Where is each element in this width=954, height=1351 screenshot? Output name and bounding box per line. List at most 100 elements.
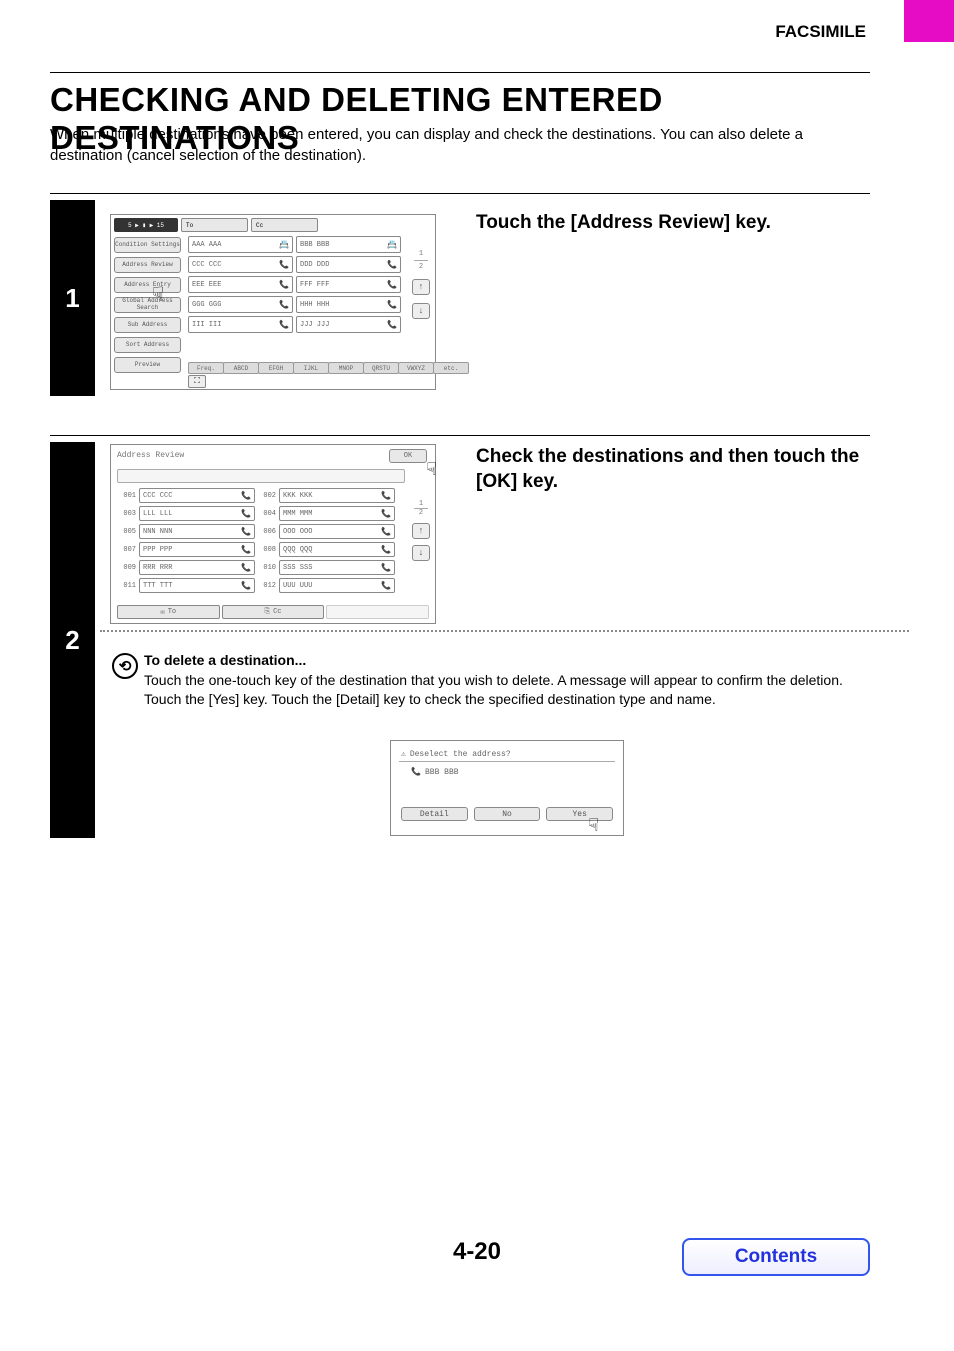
address-review-screen: Address Review OK ☟ 001CCC CCC📞 002KKK K… [110, 444, 436, 624]
pager: 1 2 ↑ ↓ [411, 500, 431, 561]
dialog-message: ⚠ Deselect the address? [401, 749, 511, 759]
destination-key[interactable]: GGG GGG📞 [188, 296, 293, 313]
address-entry-screen: 5 ▶ ▮ ▶ 15 To Cc Condition Settings Addr… [110, 214, 436, 390]
destination-grid: AAA AAA📇 BBB BBB📇 CCC CCC📞 DDD DDD📞 EEE … [188, 236, 401, 333]
contact-icon: 📇 [279, 240, 289, 250]
phone-icon: 📞 [381, 581, 391, 591]
page-down-button[interactable]: ↓ [412, 303, 430, 319]
review-key[interactable]: RRR RRR📞 [139, 560, 255, 575]
ok-button[interactable]: OK [389, 449, 427, 463]
phone-icon: 📞 [381, 563, 391, 573]
phone-icon: 📞 [381, 545, 391, 555]
step-1-heading: Touch the [Address Review] key. [476, 212, 771, 234]
condition-settings-button[interactable]: Condition Settings [114, 237, 181, 253]
page-up-button[interactable]: ↑ [412, 279, 430, 295]
phone-icon: 📞 [387, 280, 397, 290]
phone-icon: 📞 [387, 260, 397, 270]
phone-icon: 📞 [279, 260, 289, 270]
review-key[interactable]: KKK KKK📞 [279, 488, 395, 503]
address-review-button[interactable]: Address Review [114, 257, 181, 273]
divider [50, 193, 870, 194]
destination-key[interactable]: AAA AAA📇 [188, 236, 293, 253]
selection-bar [117, 469, 405, 483]
review-key[interactable]: TTT TTT📞 [139, 578, 255, 593]
page-up-button[interactable]: ↑ [412, 523, 430, 539]
step-2-number: 2 [50, 442, 95, 838]
cc-button[interactable]: Cc [251, 218, 318, 232]
address-entry-button[interactable]: Address Entry [114, 277, 181, 293]
blank-tab [326, 605, 429, 619]
alpha-tab[interactable]: QRSTU [363, 362, 399, 374]
page-down-button[interactable]: ↓ [412, 545, 430, 561]
review-key[interactable]: SSS SSS📞 [279, 560, 395, 575]
destination-key[interactable]: CCC CCC📞 [188, 256, 293, 273]
screen-title: Address Review [117, 451, 184, 460]
review-key[interactable]: NNN NNN📞 [139, 524, 255, 539]
header-section: FACSIMILE [0, 22, 954, 42]
destination-key[interactable]: FFF FFF📞 [296, 276, 401, 293]
finger-cursor-icon: ☟ [588, 815, 599, 837]
destination-key[interactable]: HHH HHH📞 [296, 296, 401, 313]
info-title: To delete a destination... [144, 652, 306, 668]
destination-key[interactable]: DDD DDD📞 [296, 256, 401, 273]
sort-address-button[interactable]: Sort Address [114, 337, 181, 353]
alpha-tab[interactable]: Freq. [188, 362, 224, 374]
review-grid: 001CCC CCC📞 002KKK KKK📞 003LLL LLL📞 004M… [117, 488, 395, 593]
phone-icon: 📞 [241, 491, 251, 501]
breadcrumb: 5 ▶ ▮ ▶ 15 [114, 218, 178, 232]
pager: 1 2 ↑ ↓ [411, 250, 431, 319]
info-body: Touch the one-touch key of the destinati… [144, 672, 843, 708]
detail-button[interactable]: Detail [401, 807, 468, 821]
mail-icon: ✉ [161, 608, 165, 617]
expand-icon[interactable]: ⛶ [188, 375, 206, 388]
contents-button[interactable]: Contents [682, 1238, 870, 1276]
review-key[interactable]: QQQ QQQ📞 [279, 542, 395, 557]
cc-icon: ⎘ [265, 608, 271, 616]
cc-tab[interactable]: ⎘Cc [222, 605, 325, 619]
alpha-tab[interactable]: VWXYZ [398, 362, 434, 374]
divider [399, 761, 615, 762]
delete-instructions: To delete a destination... Touch the one… [144, 651, 860, 710]
to-button[interactable]: To [181, 218, 248, 232]
destination-key[interactable]: III III📞 [188, 316, 293, 333]
review-key[interactable]: UUU UUU📞 [279, 578, 395, 593]
dialog-address: 📞 BBB BBB [411, 767, 459, 777]
alpha-tabs: Freq. ABCD EFGH IJKL MNOP QRSTU VWXYZ et… [188, 362, 468, 374]
divider [50, 435, 870, 436]
yes-button[interactable]: Yes [546, 807, 613, 821]
bottom-tabs: ✉To ⎘Cc [117, 605, 429, 619]
dashed-divider [100, 630, 909, 632]
review-key[interactable]: PPP PPP📞 [139, 542, 255, 557]
review-key[interactable]: LLL LLL📞 [139, 506, 255, 521]
contact-icon: 📇 [387, 240, 397, 250]
phone-icon: 📞 [411, 767, 421, 777]
phone-icon: 📞 [279, 300, 289, 310]
step-1-number: 1 [50, 200, 95, 396]
phone-icon: 📞 [387, 300, 397, 310]
phone-icon: 📞 [387, 320, 397, 330]
review-key[interactable]: CCC CCC📞 [139, 488, 255, 503]
alpha-tab[interactable]: etc. [433, 362, 469, 374]
no-button[interactable]: No [474, 807, 541, 821]
alpha-tab[interactable]: IJKL [293, 362, 329, 374]
alpha-tab[interactable]: EFGH [258, 362, 294, 374]
review-key[interactable]: MMM MMM📞 [279, 506, 395, 521]
phone-icon: 📞 [241, 527, 251, 537]
step-2-heading: Check the destinations and then touch th… [476, 445, 866, 494]
phone-icon: 📞 [241, 563, 251, 573]
phone-icon: 📞 [241, 581, 251, 591]
global-address-search-button[interactable]: Global Address Search [114, 297, 181, 313]
phone-icon: 📞 [241, 509, 251, 519]
destination-key[interactable]: BBB BBB📇 [296, 236, 401, 253]
phone-icon: 📞 [381, 509, 391, 519]
preview-button[interactable]: Preview [114, 357, 181, 373]
to-tab[interactable]: ✉To [117, 605, 220, 619]
destination-key[interactable]: EEE EEE📞 [188, 276, 293, 293]
sub-address-button[interactable]: Sub Address [114, 317, 181, 333]
info-icon: ⟲ [112, 653, 138, 679]
alpha-tab[interactable]: MNOP [328, 362, 364, 374]
review-key[interactable]: OOO OOO📞 [279, 524, 395, 539]
alpha-tab[interactable]: ABCD [223, 362, 259, 374]
destination-key[interactable]: JJJ JJJ📞 [296, 316, 401, 333]
phone-icon: 📞 [241, 545, 251, 555]
